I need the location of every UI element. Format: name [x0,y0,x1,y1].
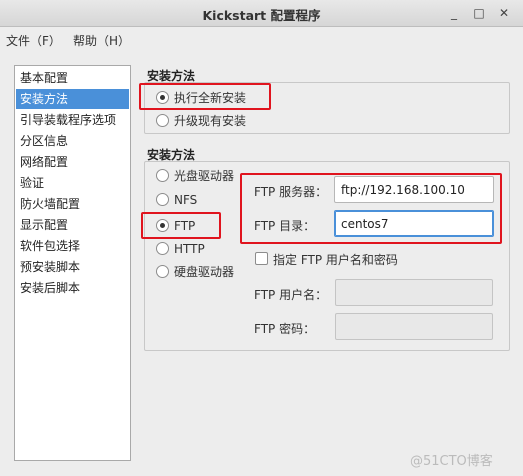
nav-item-post-script[interactable]: 安装后脚本 [16,278,129,298]
nav-item-basic[interactable]: 基本配置 [16,68,129,88]
ftp-password-input[interactable] [335,313,493,340]
nav-item-install-method[interactable]: 安装方法 [16,89,129,109]
nav-item-pre-script[interactable]: 预安装脚本 [16,257,129,277]
radio-indicator [156,242,169,255]
title-bar: Kickstart 配置程序 _ □ ✕ [0,0,523,27]
highlight-fresh-install [139,83,271,110]
ftp-password-label: FTP 密码： [254,322,316,336]
radio-indicator [156,169,169,182]
nav-item-bootloader[interactable]: 引导装载程序选项 [16,110,129,130]
maximize-icon[interactable]: □ [470,4,488,22]
radio-indicator [156,193,169,206]
specify-user-label: 指定 FTP 用户名和密码 [273,253,398,267]
ftp-username-label: FTP 用户名： [254,288,328,302]
nav-item-packages[interactable]: 软件包选择 [16,236,129,256]
sidebar-nav: 基本配置 安装方法 引导装载程序选项 分区信息 网络配置 验证 防火墙配置 显示… [14,65,131,461]
menu-help[interactable]: 帮助（H） [73,32,130,49]
nav-item-display[interactable]: 显示配置 [16,215,129,235]
minimize-icon[interactable]: _ [445,4,463,22]
menu-bar: 文件（F） 帮助（H） [0,27,523,51]
highlight-ftp-fields [240,173,502,244]
close-icon[interactable]: ✕ [495,4,513,22]
nav-item-firewall[interactable]: 防火墙配置 [16,194,129,214]
radio-upgrade[interactable]: 升级现有安装 [156,112,266,130]
nav-item-auth[interactable]: 验证 [16,173,129,193]
ftp-username-input[interactable] [335,279,493,306]
radio-nfs[interactable]: NFS [156,191,246,209]
radio-indicator [156,114,169,127]
menu-file[interactable]: 文件（F） [6,32,61,49]
radio-harddrive[interactable]: 硬盘驱动器 [156,263,246,281]
radio-indicator [156,265,169,278]
specify-user-checkbox[interactable] [255,252,268,265]
highlight-ftp [141,212,221,239]
nav-item-network[interactable]: 网络配置 [16,152,129,172]
radio-http[interactable]: HTTP [156,240,246,258]
watermark: @51CTO博客 [410,454,493,469]
radio-cdrom[interactable]: 光盘驱动器 [156,167,246,185]
nav-item-partition[interactable]: 分区信息 [16,131,129,151]
